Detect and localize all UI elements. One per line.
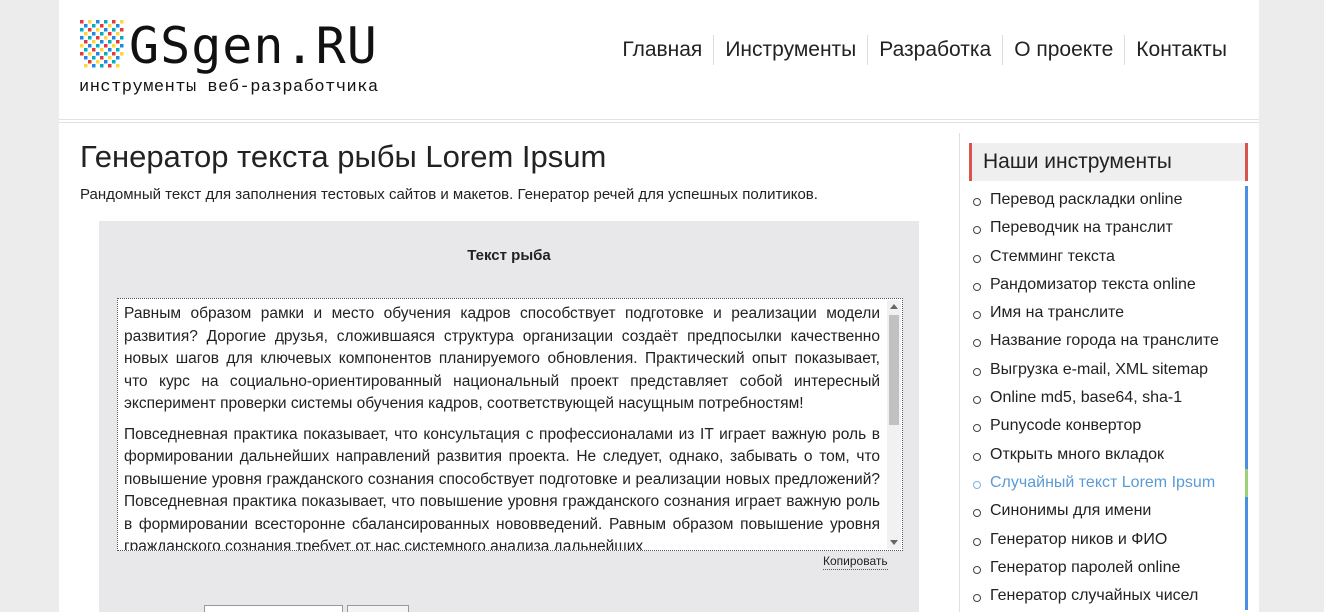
site-logo[interactable]: GSgen.RU xyxy=(129,18,378,74)
nav-tools[interactable]: Инструменты xyxy=(713,35,867,65)
text-scrollbar[interactable] xyxy=(887,300,901,549)
sidebar-item-text-stemming[interactable]: Стемминг текста xyxy=(969,242,1248,271)
sidebar-divider xyxy=(959,133,960,612)
nav-development[interactable]: Разработка xyxy=(867,35,1002,65)
text-paragraph: Повседневная практика показывает, что ко… xyxy=(124,425,880,551)
sidebar-item-city-translit[interactable]: Название города на транслите xyxy=(969,327,1248,356)
sidebar-item-open-tabs[interactable]: Открыть много вкладок xyxy=(969,440,1248,469)
sidebar-item-punycode[interactable]: Punycode конвертор xyxy=(969,412,1248,441)
sidebar-item-name-translit[interactable]: Имя на транслите xyxy=(969,299,1248,328)
generate-button[interactable] xyxy=(347,605,409,612)
page-description: Рандомный текст для заполнения тестовых … xyxy=(80,186,818,203)
generated-text: Равным образом рамки и место обучения ка… xyxy=(124,303,880,551)
generated-text-area[interactable]: Равным образом рамки и место обучения ка… xyxy=(117,298,903,551)
sidebar-heading: Наши инструменты xyxy=(969,143,1248,181)
panel-title: Текст рыба xyxy=(467,247,551,264)
sidebar-item-email-sitemap[interactable]: Выгрузка e-mail, XML sitemap xyxy=(969,355,1248,385)
sidebar-item-layout-converter[interactable]: Перевод раскладки online xyxy=(969,186,1248,215)
header-divider xyxy=(59,119,1259,123)
site-tagline: инструменты веб-разработчика xyxy=(79,78,379,97)
copy-button[interactable]: Копировать xyxy=(823,553,888,570)
main-content: Генератор текста рыбы Lorem Ipsum Рандом… xyxy=(80,135,950,205)
sidebar-item-text-randomizer[interactable]: Рандомизатор текста online xyxy=(969,270,1248,300)
nav-about[interactable]: О проекте xyxy=(1002,35,1124,65)
scroll-thumb[interactable] xyxy=(889,315,899,425)
text-paragraph: Равным образом рамки и место обучения ка… xyxy=(124,305,880,412)
nav-contacts[interactable]: Контакты xyxy=(1124,35,1238,65)
sidebar-item-name-synonyms[interactable]: Синонимы для имени xyxy=(969,497,1248,526)
logo-mosaic-icon xyxy=(80,20,124,68)
scroll-up-icon[interactable] xyxy=(890,304,898,309)
generator-panel: Текст рыба Равным образом рамки и место … xyxy=(99,221,919,612)
page-title: Генератор текста рыбы Lorem Ipsum xyxy=(80,139,607,174)
sidebar: Наши инструменты Перевод раскладки onlin… xyxy=(969,143,1249,611)
options-input[interactable] xyxy=(204,605,343,612)
scroll-down-icon[interactable] xyxy=(890,540,898,545)
sidebar-item-nick-generator[interactable]: Генератор ников и ФИО xyxy=(969,525,1248,554)
site-header: GSgen.RU инструменты веб-разработчика Гл… xyxy=(59,0,1259,119)
main-nav: Главная Инструменты Разработка О проекте… xyxy=(611,35,1238,65)
nav-home[interactable]: Главная xyxy=(611,35,713,65)
sidebar-item-lorem-ipsum[interactable]: Случайный текст Lorem Ipsum xyxy=(969,468,1248,498)
tools-list: Перевод раскладки online Переводчик на т… xyxy=(969,186,1249,611)
page: GSgen.RU инструменты веб-разработчика Гл… xyxy=(59,0,1259,612)
sidebar-item-password-generator[interactable]: Генератор паролей online xyxy=(969,553,1248,583)
sidebar-item-hash-tools[interactable]: Online md5, base64, sha-1 xyxy=(969,384,1248,413)
sidebar-item-random-numbers[interactable]: Генератор случайных чисел xyxy=(969,582,1248,611)
sidebar-item-translit-translator[interactable]: Переводчик на транслит xyxy=(969,214,1248,243)
